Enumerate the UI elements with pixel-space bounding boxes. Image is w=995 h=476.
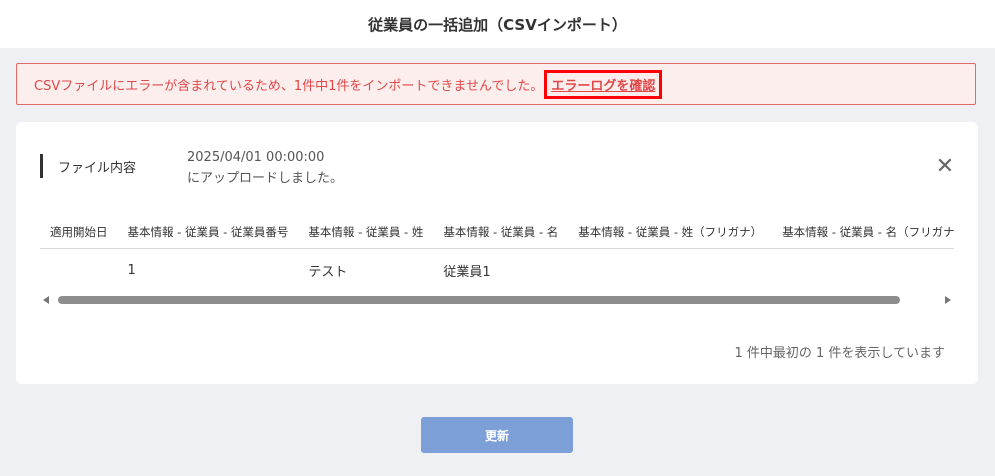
table-cell: テスト — [308, 264, 348, 280]
upload-info: 2025/04/01 00:00:00 にアップロードしました。 — [187, 147, 343, 189]
error-message: CSVファイルにエラーが含まれているため、1件中1件をインポートできませんでした… — [34, 78, 544, 94]
record-count-text: 1 件中最初の 1 件を表示しています — [734, 346, 945, 361]
table-cell: 1 — [127, 262, 136, 278]
column-header-last-name-kana: 基本情報 - 従業員 - 姓（フリガナ） — [568, 216, 773, 249]
csv-preview-table: 適用開始日 基本情報 - 従業員 - 従業員番号 基本情報 - 従業員 - 姓 … — [40, 216, 954, 291]
table-cell — [568, 249, 772, 292]
column-header-employee-number: 基本情報 - 従業員 - 従業員番号 — [117, 216, 299, 249]
horizontal-scrollbar[interactable] — [40, 294, 954, 306]
scroll-left-arrow-icon[interactable] — [43, 296, 49, 304]
file-content-card: ファイル内容 2025/04/01 00:00:00 にアップロードしました。 … — [16, 122, 978, 384]
table-cell — [40, 249, 118, 292]
scrollbar-thumb[interactable] — [58, 296, 900, 304]
column-header-first-name-kana: 基本情報 - 従業員 - 名（フリガナ） — [772, 216, 954, 249]
view-error-log-link[interactable]: エラーログを確認 — [544, 69, 663, 99]
table-header-row: 適用開始日 基本情報 - 従業員 - 従業員番号 基本情報 - 従業員 - 姓 … — [40, 216, 954, 249]
update-button[interactable]: 更新 — [421, 417, 573, 453]
upload-timestamp: 2025/04/01 00:00:00 — [187, 150, 325, 165]
table-row: 1 テスト 従業員1 — [40, 249, 954, 292]
upload-note: にアップロードしました。 — [187, 171, 344, 186]
error-banner: CSVファイルにエラーが含まれているため、1件中1件をインポートできませんでした… — [16, 63, 976, 105]
scroll-right-arrow-icon[interactable] — [945, 296, 951, 304]
table-cell — [772, 249, 954, 292]
column-header-last-name: 基本情報 - 従業員 - 姓 — [298, 216, 434, 249]
table-cell: 従業員1 — [443, 264, 491, 280]
file-content-label-text: ファイル内容 — [58, 160, 137, 176]
page-header: 従業員の一括追加（CSVインポート） — [0, 0, 995, 48]
csv-preview-table-wrapper: 適用開始日 基本情報 - 従業員 - 従業員番号 基本情報 - 従業員 - 姓 … — [40, 216, 954, 302]
column-header-first-name: 基本情報 - 従業員 - 名 — [433, 216, 569, 249]
close-icon[interactable]: ✕ — [934, 156, 956, 178]
file-content-label: ファイル内容 — [40, 154, 136, 178]
column-header-start-date: 適用開始日 — [40, 216, 118, 249]
page-title: 従業員の一括追加（CSVインポート） — [368, 15, 627, 34]
